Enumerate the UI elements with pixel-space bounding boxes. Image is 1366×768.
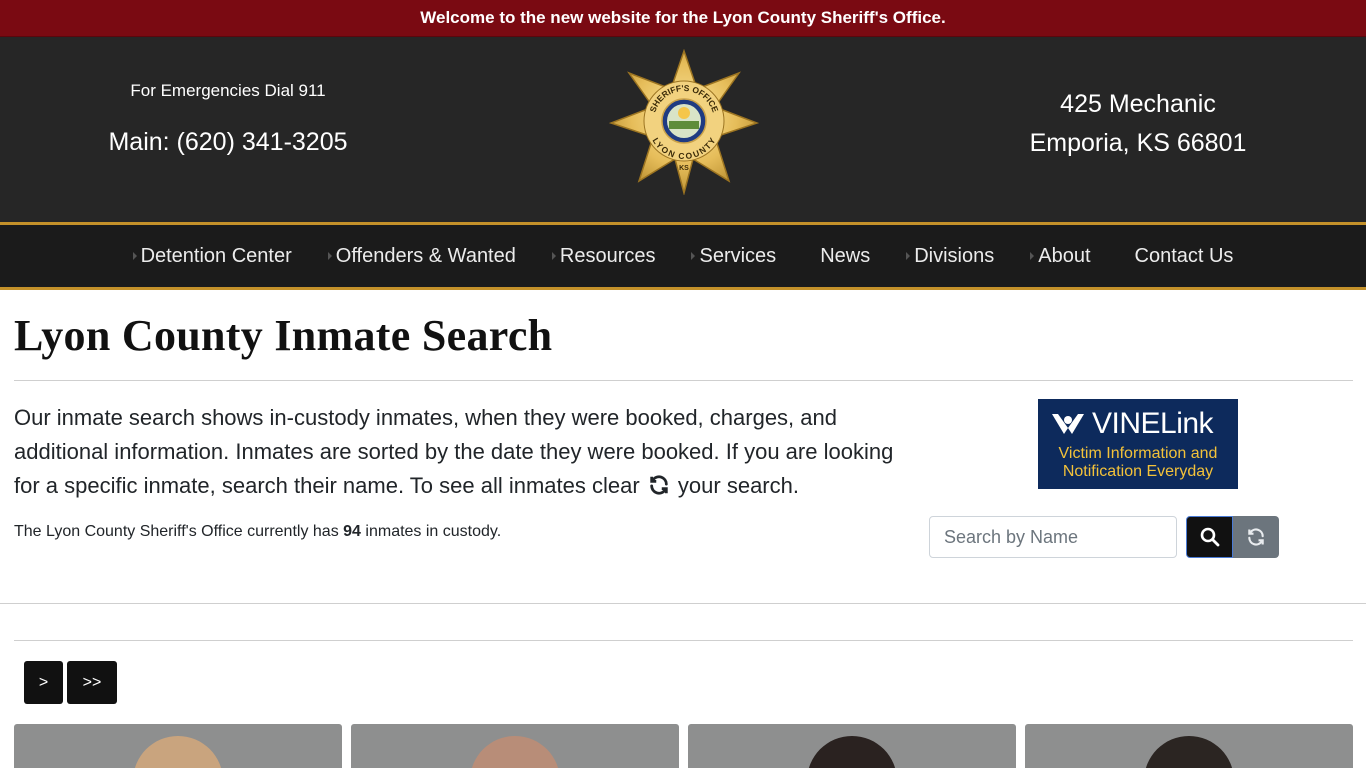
intro-text-end: your search. <box>677 473 799 498</box>
page-title: Lyon County Inmate Search <box>14 311 553 360</box>
refresh-icon <box>650 475 668 495</box>
inmate-card[interactable] <box>1025 724 1353 768</box>
count-suffix: inmates in custody. <box>365 523 502 540</box>
announcement-bar: Welcome to the new website for the Lyon … <box>0 0 1366 37</box>
intro-paragraph: Our inmate search shows in-custody inmat… <box>14 401 914 503</box>
nav-detention-center[interactable]: Detention Center <box>115 225 310 287</box>
main-nav: Detention Center Offenders & Wanted Reso… <box>0 225 1366 287</box>
nav-label: About <box>1038 244 1091 267</box>
vinelink-logo: VINELink <box>1050 407 1214 441</box>
refresh-icon <box>1248 528 1264 546</box>
address-block: 425 Mechanic Emporia, KS 66801 <box>910 85 1366 163</box>
search-button[interactable] <box>1186 516 1233 558</box>
inmate-photo <box>807 736 897 768</box>
nav-label: Detention Center <box>140 244 292 267</box>
tagline-line2: Notification Everyday <box>1062 463 1214 480</box>
tagline-line1: Victim Information and <box>1058 445 1218 462</box>
address-line2: Emporia, KS 66801 <box>1029 129 1247 157</box>
nav-label: Offenders & Wanted <box>335 244 516 267</box>
vinelink-banner[interactable]: VINELink Victim Information and Notifica… <box>1038 399 1238 489</box>
nav-contact-us[interactable]: Contact Us <box>1109 225 1252 287</box>
nav-label: Resources <box>559 244 656 267</box>
nav-divisions[interactable]: Divisions <box>888 225 1012 287</box>
inmate-count: 94 <box>343 523 361 540</box>
inmate-card[interactable] <box>351 724 679 768</box>
inmate-photo <box>470 736 560 768</box>
dropdown-caret-icon <box>906 252 911 260</box>
announcement-text: Welcome to the new website for the Lyon … <box>420 8 946 27</box>
contact-phones: For Emergencies Dial 911 Main: (620) 341… <box>0 37 456 222</box>
inmate-card[interactable] <box>688 724 1016 768</box>
nav-label: Services <box>699 244 777 267</box>
section-divider <box>0 603 1366 604</box>
dropdown-caret-icon <box>327 252 332 260</box>
nav-label: Contact Us <box>1134 244 1234 267</box>
nav-offenders-wanted[interactable]: Offenders & Wanted <box>310 225 534 287</box>
dropdown-caret-icon <box>691 252 696 260</box>
next-page-button[interactable]: > <box>24 661 63 704</box>
search-by-name-input[interactable] <box>929 516 1177 558</box>
nav-gold-divider <box>0 287 1366 290</box>
results-divider <box>14 640 1353 641</box>
count-prefix: The Lyon County Sheriff's Office current… <box>14 523 339 540</box>
nav-resources[interactable]: Resources <box>534 225 674 287</box>
main-phone-link[interactable]: Main: (620) 341-3205 <box>0 128 456 157</box>
inmate-count-text: The Lyon County Sheriff's Office current… <box>14 523 501 541</box>
sheriff-badge-logo[interactable]: SHERIFF'S OFFICE LYON COUNTY KS <box>609 49 759 195</box>
nav-services[interactable]: Services <box>673 225 794 287</box>
inmate-photo <box>1144 736 1234 768</box>
vinelink-brand: VINELink <box>1092 407 1214 440</box>
address-line1: 425 Mechanic <box>1060 90 1216 118</box>
search-icon <box>1200 527 1219 547</box>
inmate-photo <box>133 736 223 768</box>
clear-search-button[interactable] <box>1233 516 1279 558</box>
vine-leaf-icon <box>1052 414 1084 434</box>
nav-about[interactable]: About <box>1012 225 1108 287</box>
nav-label: Divisions <box>914 244 995 267</box>
last-page-button[interactable]: >> <box>67 661 117 704</box>
emergency-text: For Emergencies Dial 911 <box>130 81 326 100</box>
dropdown-caret-icon <box>132 252 137 260</box>
nav-news[interactable]: News <box>794 225 888 287</box>
dropdown-caret-icon <box>551 252 556 260</box>
dropdown-caret-icon <box>1030 252 1035 260</box>
title-divider <box>14 380 1353 381</box>
nav-label: News <box>820 244 871 267</box>
inmate-card[interactable] <box>14 724 342 768</box>
vinelink-tagline: Victim Information and Notification Ever… <box>1038 445 1238 481</box>
badge-state-text: KS <box>679 165 689 172</box>
